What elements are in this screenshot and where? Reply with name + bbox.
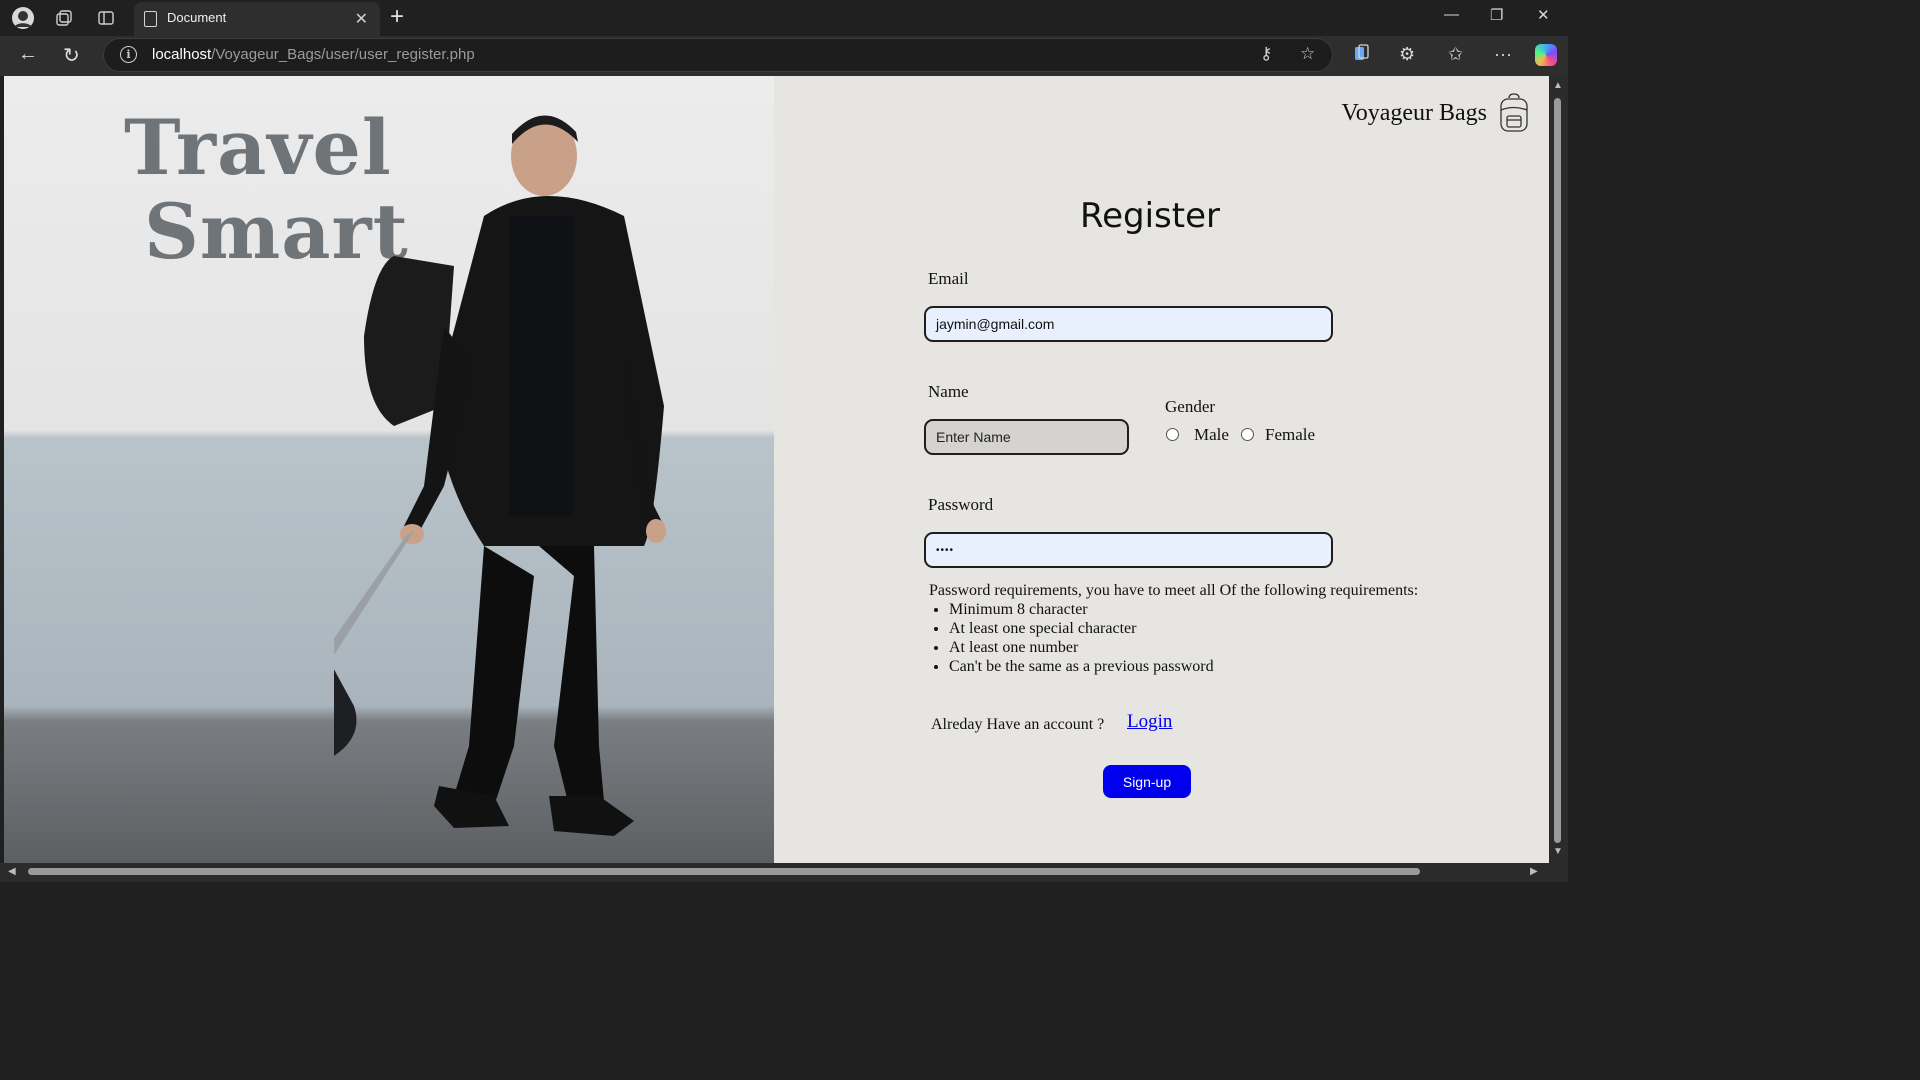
scroll-down-icon[interactable]: ▼ [1553,846,1563,857]
more-icon[interactable]: ··· [1494,44,1512,65]
backpack-icon [1500,93,1528,132]
name-placeholder: Enter Name [936,429,1011,445]
restore-icon[interactable]: ❐ [1490,6,1503,24]
gender-female-label[interactable]: Female [1265,425,1315,445]
requirements-intro: Password requirements, you have to meet … [929,582,1419,599]
list-item: Can't be the same as a previous password [949,657,1418,676]
name-label: Name [928,382,969,401]
email-field[interactable]: jaymin@gmail.com [924,306,1333,342]
refresh-icon[interactable]: ↻ [63,43,80,68]
workspaces-icon[interactable] [52,6,76,30]
login-link[interactable]: Login [1127,711,1172,733]
password-key-icon[interactable]: ⚷ [1260,44,1272,64]
page-viewport: Travel Smart Voyageur Bags Register Emai… [4,76,1549,863]
profile-icon[interactable] [11,6,35,30]
vertical-scrollbar[interactable]: ▲ ▼ [1549,76,1568,863]
password-requirements: Password requirements, you have to meet … [929,581,1418,676]
tab-title: Document [167,10,227,25]
title-bar: Document ✕ + — ❐ ✕ [0,0,1568,36]
gender-male-radio[interactable] [1166,428,1179,441]
document-icon [144,11,157,27]
vertical-scroll-thumb[interactable] [1554,98,1561,843]
site-info-icon[interactable]: i [120,46,137,63]
extensions-icon[interactable]: ⚙ [1399,44,1415,65]
vertical-tabs-icon[interactable] [94,6,118,30]
horizontal-scroll-thumb[interactable] [28,868,1420,875]
list-item: At least one number [949,638,1418,657]
name-field[interactable]: Enter Name [924,419,1129,455]
address-bar[interactable]: i localhost/Voyageur_Bags/user/user_regi… [103,38,1333,72]
tab-document[interactable]: Document ✕ [134,2,380,36]
collections-icon[interactable] [1354,44,1370,67]
password-field[interactable]: •••• [924,532,1333,568]
email-label: Email [928,269,969,288]
scroll-left-icon[interactable]: ◀ [8,866,16,877]
back-icon[interactable]: ← [18,43,38,66]
register-title: Register [1080,196,1220,236]
favorites-icon[interactable]: ✩ [1448,44,1463,65]
new-tab-icon[interactable]: + [390,3,404,31]
traveler-figure [334,115,666,836]
hero-image: Travel Smart [4,76,774,863]
url-text[interactable]: localhost/Voyageur_Bags/user/user_regist… [152,46,475,63]
favorite-star-icon[interactable]: ☆ [1300,44,1315,64]
gender-male-label[interactable]: Male [1194,425,1229,445]
close-icon[interactable]: ✕ [355,9,368,29]
gender-label: Gender [1165,397,1216,416]
list-item: Minimum 8 character [949,600,1418,619]
scroll-right-icon[interactable]: ▶ [1530,866,1538,877]
requirements-list: Minimum 8 character At least one special… [929,600,1418,676]
password-label: Password [928,495,994,514]
gender-female-radio[interactable] [1241,428,1254,441]
browser-toolbar: ← ↻ i localhost/Voyageur_Bags/user/user_… [0,36,1568,76]
scroll-up-icon[interactable]: ▲ [1553,80,1563,91]
copilot-icon[interactable] [1535,44,1557,66]
signup-button[interactable]: Sign-up [1103,765,1191,798]
brand-header[interactable]: Voyageur Bags [1341,92,1531,134]
window-close-icon[interactable]: ✕ [1537,6,1550,24]
password-value: •••• [936,544,955,556]
email-value: jaymin@gmail.com [936,316,1055,332]
have-account-text: Alreday Have an account ? [931,716,1105,733]
list-item: At least one special character [949,619,1418,638]
minimize-icon[interactable]: — [1444,6,1459,23]
brand-name: Voyageur Bags [1341,99,1487,126]
horizontal-scrollbar[interactable]: ◀ ▶ [0,863,1568,882]
